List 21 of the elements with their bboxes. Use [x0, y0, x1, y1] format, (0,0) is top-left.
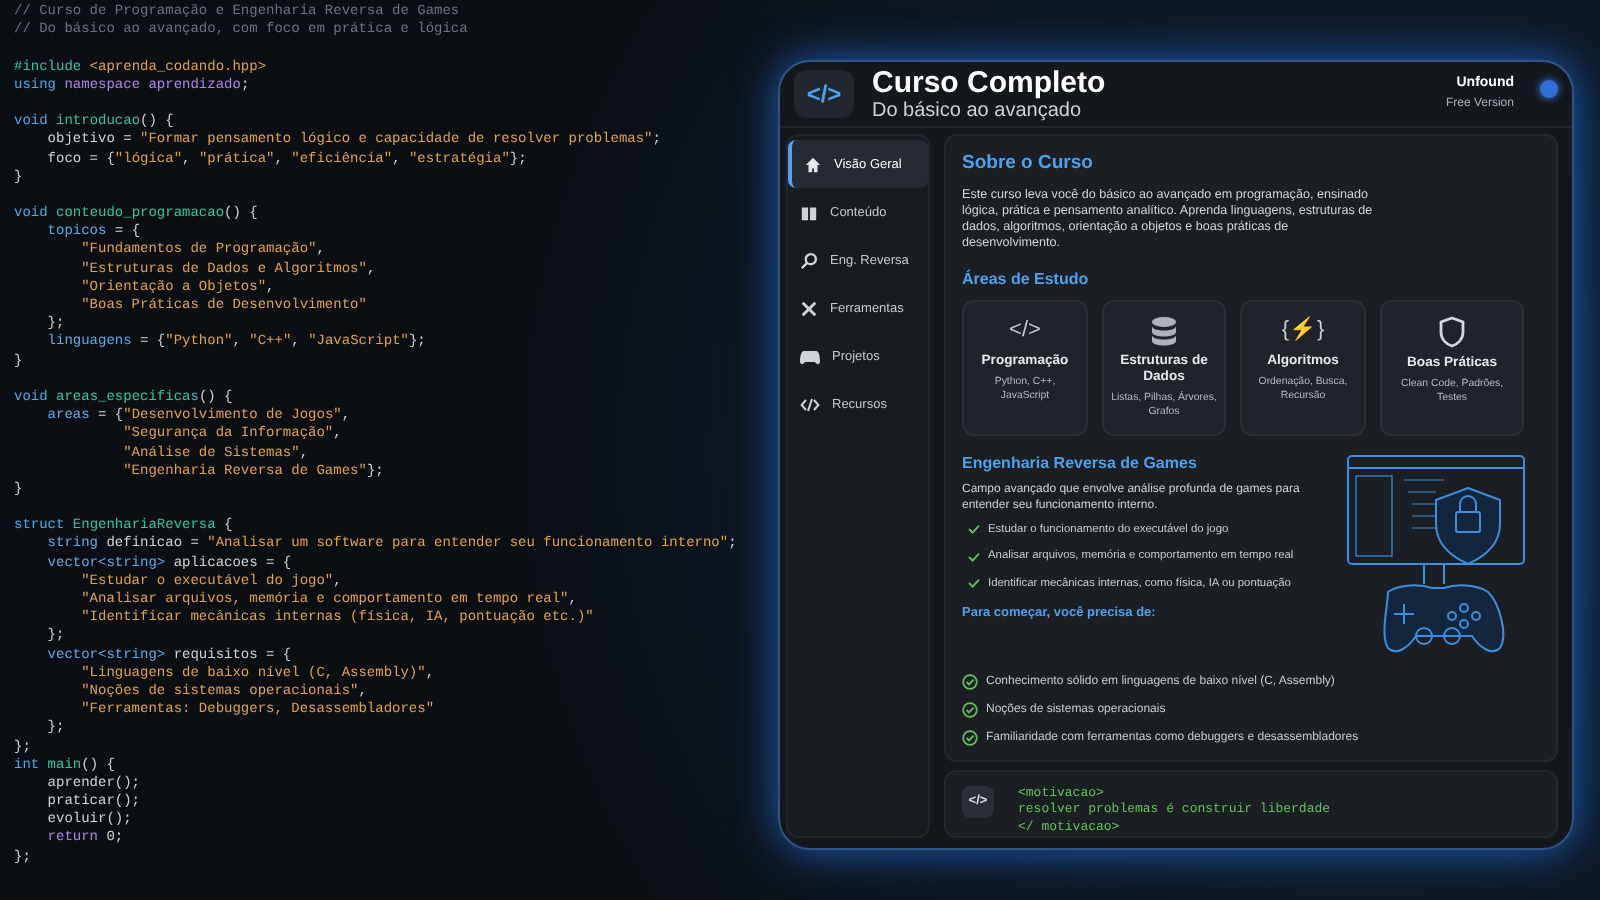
symbol-icon: </>	[1009, 315, 1041, 345]
check-circle-icon	[962, 674, 978, 690]
check-circle-icon	[962, 730, 978, 746]
shield-icon	[1438, 315, 1466, 347]
app-subtitle: Do básico ao avançado	[872, 99, 1082, 124]
check-circle-icon	[962, 702, 978, 718]
section-heading: Sobre o Curso	[962, 150, 1095, 179]
checkmark-icon	[968, 578, 980, 589]
checkmark-icon	[968, 524, 980, 535]
search-icon	[800, 251, 818, 270]
logo-badge: </>	[794, 70, 854, 119]
gamepad-icon	[800, 347, 820, 366]
code-icon	[800, 395, 820, 414]
app-title: Curso Completo	[872, 65, 1108, 100]
section-heading: Engenharia Reversa de Games	[962, 451, 1199, 475]
database-icon	[1150, 315, 1178, 345]
checkmark-icon	[968, 551, 980, 562]
home-icon	[804, 155, 822, 174]
section-heading: Áreas de Estudo	[962, 267, 1091, 291]
book-icon	[800, 203, 818, 222]
symbol-icon: {⚡}	[1281, 315, 1325, 345]
